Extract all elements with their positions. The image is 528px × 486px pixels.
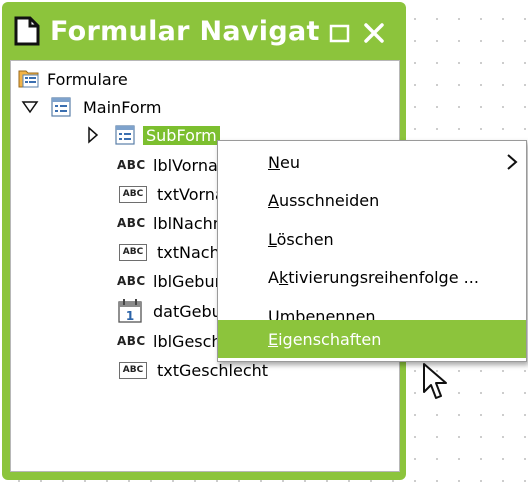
form-icon bbox=[51, 97, 71, 117]
label-control-icon: ABC bbox=[117, 216, 146, 230]
label-control-icon: ABC bbox=[117, 158, 146, 172]
tree-item-subform[interactable]: SubForm bbox=[87, 121, 220, 149]
menu-item-eigenschaften[interactable]: Eigenschaften bbox=[218, 320, 526, 358]
textbox-control-icon: ABC bbox=[119, 243, 147, 261]
menu-item-label: Eigenschaften bbox=[268, 330, 381, 349]
menu-label-rest: usschneiden bbox=[278, 190, 380, 210]
date-control-icon: 1 bbox=[118, 299, 142, 323]
close-icon[interactable] bbox=[360, 20, 388, 46]
menu-item-label: Neu bbox=[268, 153, 300, 172]
menu-label-rest: igenschaften bbox=[278, 329, 382, 349]
panel-titlebar[interactable]: Formular Navigator bbox=[2, 2, 406, 62]
mnemonic: k bbox=[278, 267, 289, 287]
label-control-icon: ABC bbox=[117, 274, 146, 288]
mnemonic: L bbox=[268, 229, 277, 249]
menu-label-pre: A bbox=[268, 267, 279, 287]
collapsed-triangle-icon[interactable] bbox=[87, 126, 99, 144]
menu-label-rest: eu bbox=[279, 152, 300, 172]
mnemonic: A bbox=[268, 190, 279, 210]
menu-label-rest: tivierungsreihenfolge ... bbox=[288, 267, 479, 287]
expanded-triangle-icon[interactable] bbox=[21, 100, 39, 114]
chevron-right-icon bbox=[507, 154, 518, 170]
tree-item-label: SubForm bbox=[143, 125, 220, 145]
form-icon bbox=[115, 125, 135, 145]
menu-item-ausschneiden[interactable]: Ausschneiden bbox=[218, 181, 526, 219]
forms-folder-icon bbox=[18, 70, 39, 88]
tree-item-mainform[interactable]: MainForm bbox=[21, 93, 162, 121]
menu-item-label: Aktivierungsreihenfolge ... bbox=[268, 268, 479, 287]
tree-item-label: Formulare bbox=[47, 69, 128, 89]
menu-item-label: Löschen bbox=[268, 230, 334, 249]
mnemonic: E bbox=[268, 329, 279, 349]
svg-text:1: 1 bbox=[126, 309, 134, 323]
tree-item-label: txtGeschlecht bbox=[157, 360, 269, 380]
mnemonic: N bbox=[268, 152, 280, 172]
context-menu: Neu Ausschneiden Löschen Aktivierungsrei… bbox=[217, 140, 527, 362]
textbox-control-icon: ABC bbox=[119, 361, 147, 379]
menu-item-loeschen[interactable]: Löschen bbox=[218, 220, 526, 258]
menu-item-aktivierungsreihenfolge[interactable]: Aktivierungsreihenfolge ... bbox=[218, 258, 526, 296]
float-window-icon[interactable] bbox=[328, 22, 352, 44]
panel-title: Formular Navigator bbox=[50, 16, 320, 47]
menu-label-rest: öschen bbox=[276, 229, 334, 249]
textbox-control-icon: ABC bbox=[119, 185, 147, 203]
mouse-pointer-icon bbox=[423, 363, 447, 399]
menu-item-neu[interactable]: Neu bbox=[218, 143, 526, 181]
document-icon bbox=[14, 16, 40, 46]
menu-item-label: Ausschneiden bbox=[268, 191, 379, 210]
tree-item-formulare[interactable]: Formulare bbox=[17, 65, 128, 93]
label-control-icon: ABC bbox=[117, 334, 146, 348]
tree-item-label: MainForm bbox=[83, 97, 162, 117]
